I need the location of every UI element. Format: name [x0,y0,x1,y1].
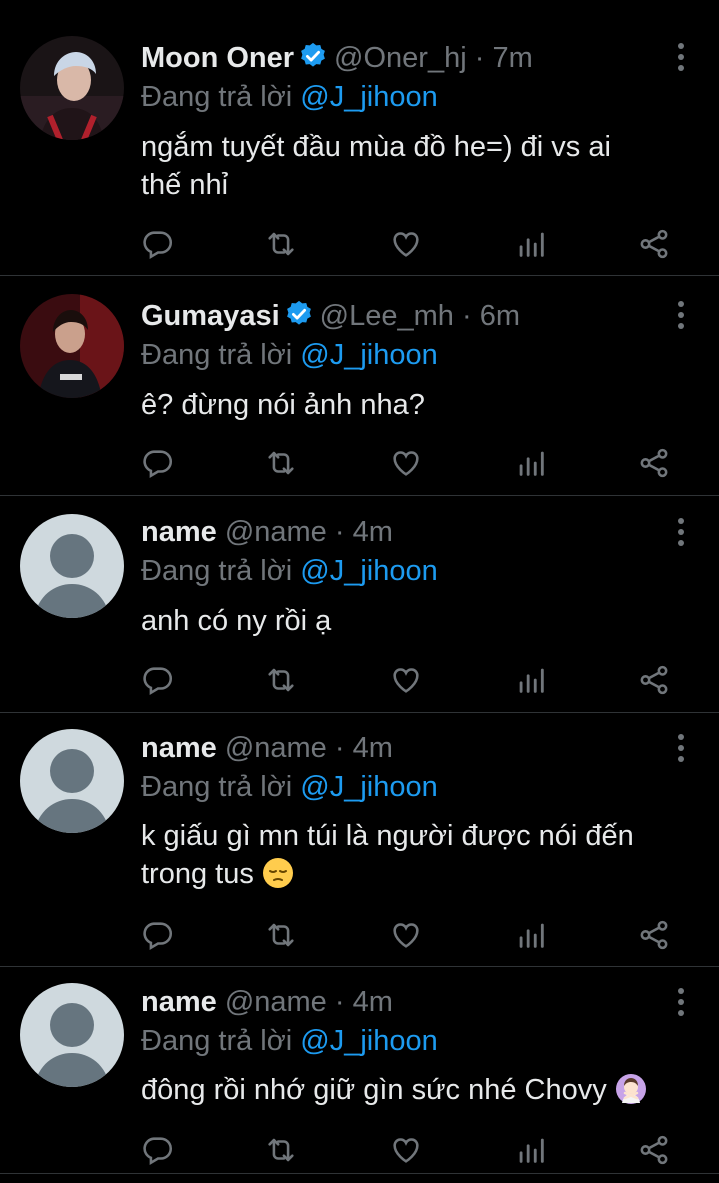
mention-link[interactable]: @J_jihoon [300,555,437,587]
share-icon[interactable] [637,1133,671,1167]
timestamp[interactable]: 6m [480,300,520,332]
more-options-icon[interactable] [675,988,685,1018]
replying-to: Đang trả lời @J_jihoon [141,79,438,115]
replying-to: Đang trả lời @J_jihoon [141,1023,438,1059]
tweet-text-line: ê? đừng nói ảnh nha? [141,389,425,421]
tweet-item[interactable]: name @name · 4m Đang trả lời @J_jihoon a… [0,496,719,713]
user-handle[interactable]: @name [225,986,327,1018]
reply-icon[interactable] [141,1133,175,1167]
mention-link[interactable]: @J_jihoon [300,1025,437,1057]
avatar[interactable] [20,294,124,398]
user-handle[interactable]: @name [225,732,327,764]
tweet-text-line: anh có ny rồi ạ [141,605,332,637]
like-icon[interactable] [389,227,423,261]
tweet-item[interactable]: Gumayasi @Lee_mh · 6m Đang trả lời @J_jih… [0,276,719,496]
timestamp[interactable]: 4m [353,732,393,764]
share-icon[interactable] [637,663,671,697]
reply-prefix: Đang trả lời [141,1025,293,1057]
reply-icon[interactable] [141,446,175,480]
reply-prefix: Đang trả lời [141,771,293,803]
share-icon[interactable] [637,227,671,261]
tweet-text: ngắm tuyết đầu mùa đồ he=) đi vs ai thế … [141,128,689,204]
avatar[interactable] [20,36,124,140]
user-handle[interactable]: @name [225,516,327,548]
timestamp[interactable]: 7m [492,42,532,74]
tweet-item[interactable]: name @name · 4m Đang trả lời @J_jihoon đ… [0,967,719,1174]
action-bar [141,446,677,480]
analytics-icon[interactable] [514,1133,548,1167]
timestamp[interactable]: 4m [353,986,393,1018]
verified-badge-icon [298,41,328,71]
like-icon[interactable] [389,918,423,952]
reply-prefix: Đang trả lời [141,339,293,371]
separator-dot: · [334,516,345,548]
mention-link[interactable]: @J_jihoon [300,339,437,371]
more-options-icon[interactable] [675,43,685,73]
more-options-icon[interactable] [675,518,685,548]
replying-to: Đang trả lời @J_jihoon [141,769,438,805]
share-icon[interactable] [637,446,671,480]
tweet-text-line: thế nhỉ [141,169,229,201]
tweet-text-line: ngắm tuyết đầu mùa đồ he=) đi vs ai [141,131,611,163]
share-icon[interactable] [637,918,671,952]
reply-icon[interactable] [141,227,175,261]
separator-dot: · [461,300,472,332]
display-name[interactable]: Moon Oner [141,42,294,74]
user-handle[interactable]: @Lee_mh [320,300,454,332]
avatar[interactable] [20,983,124,1087]
more-options-icon[interactable] [675,301,685,331]
retweet-icon[interactable] [264,227,298,261]
verified-badge-icon [284,299,314,329]
tweet-text: k giấu gì mn túi là người được nói đến t… [141,817,689,893]
woman-gesturing-no-icon [615,1074,646,1104]
tweet-text: ê? đừng nói ảnh nha? [141,386,689,424]
more-options-icon[interactable] [675,734,685,764]
analytics-icon[interactable] [514,663,548,697]
tweet-item[interactable]: name @name · 4m Đang trả lời @J_jihoon k… [0,713,719,967]
replying-to: Đang trả lời @J_jihoon [141,553,438,589]
reply-prefix: Đang trả lời [141,555,293,587]
retweet-icon[interactable] [264,1133,298,1167]
tweet-text-line: trong tus [141,858,254,890]
reply-prefix: Đang trả lời [141,81,293,113]
display-name[interactable]: Gumayasi [141,300,280,332]
like-icon[interactable] [389,663,423,697]
retweet-icon[interactable] [264,663,298,697]
analytics-icon[interactable] [514,918,548,952]
display-name[interactable]: name [141,986,217,1018]
separator-dot: · [334,986,345,1018]
like-icon[interactable] [389,1133,423,1167]
display-name[interactable]: name [141,516,217,548]
separator-dot: · [334,732,345,764]
display-name[interactable]: name [141,732,217,764]
action-bar [141,227,677,261]
tweet-text: anh có ny rồi ạ [141,602,689,640]
separator-dot: · [474,42,485,74]
analytics-icon[interactable] [514,227,548,261]
like-icon[interactable] [389,446,423,480]
pensive-face-icon [262,858,293,888]
action-bar [141,918,677,952]
reply-icon[interactable] [141,663,175,697]
tweet-item[interactable]: Moon Oner @Oner_hj · 7m Đang trả lời @J_j… [0,0,719,276]
avatar[interactable] [20,514,124,618]
retweet-icon[interactable] [264,446,298,480]
mention-link[interactable]: @J_jihoon [300,81,437,113]
reply-icon[interactable] [141,918,175,952]
timestamp[interactable]: 4m [353,516,393,548]
replying-to: Đang trả lời @J_jihoon [141,337,438,373]
tweet-text-line: đông rồi nhớ giữ gìn sức nhé Chovy [141,1074,607,1106]
tweet-text-line: k giấu gì mn túi là người được nói đến [141,820,634,852]
mention-link[interactable]: @J_jihoon [300,771,437,803]
retweet-icon[interactable] [264,918,298,952]
action-bar [141,663,677,697]
avatar[interactable] [20,729,124,833]
tweet-text: đông rồi nhớ giữ gìn sức nhé Chovy [141,1071,689,1109]
user-handle[interactable]: @Oner_hj [334,42,467,74]
analytics-icon[interactable] [514,446,548,480]
action-bar [141,1133,677,1167]
